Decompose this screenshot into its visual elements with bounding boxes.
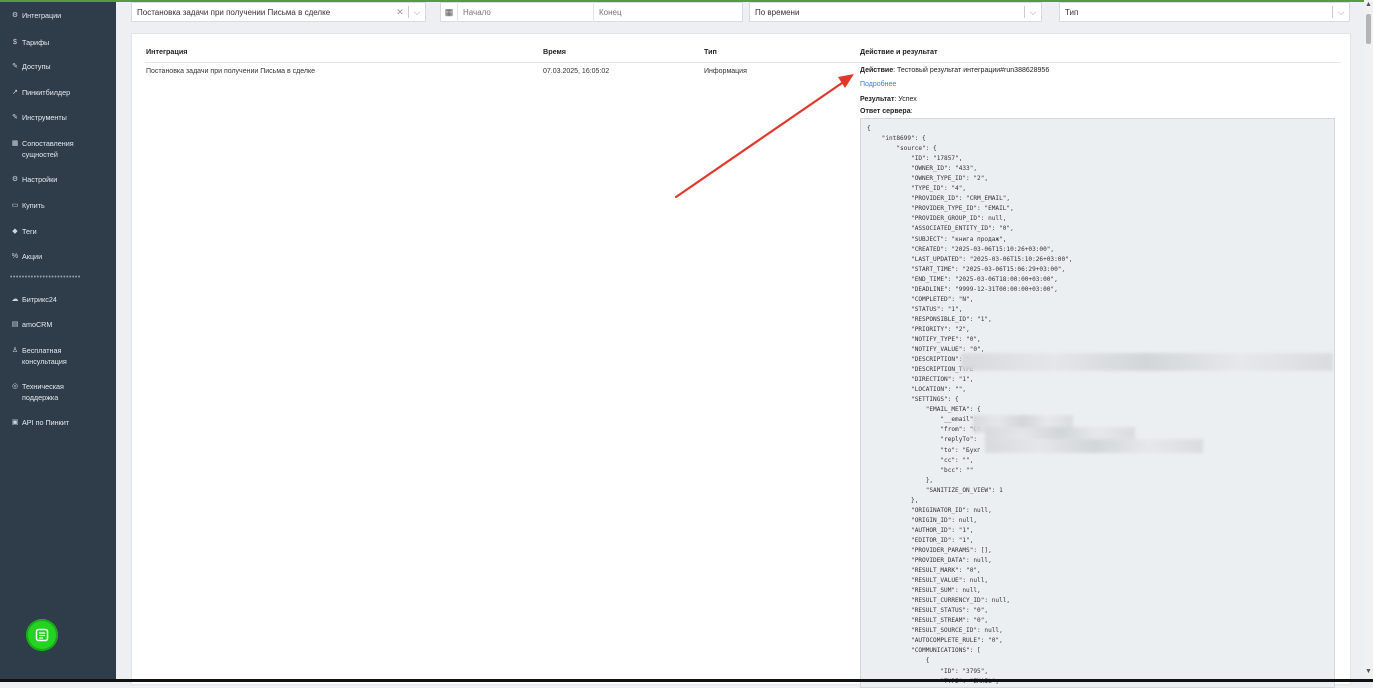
chat-button[interactable]: [26, 619, 58, 651]
scroll-up-icon[interactable]: ▲: [1365, 1, 1372, 8]
scroll-thumb[interactable]: [1366, 14, 1371, 44]
chat-icon: [35, 628, 49, 642]
annotation-arrow: [674, 74, 854, 199]
page-scrollbar[interactable]: ▲ ▼: [1364, 0, 1373, 679]
scroll-down-icon[interactable]: ▼: [1365, 668, 1372, 675]
